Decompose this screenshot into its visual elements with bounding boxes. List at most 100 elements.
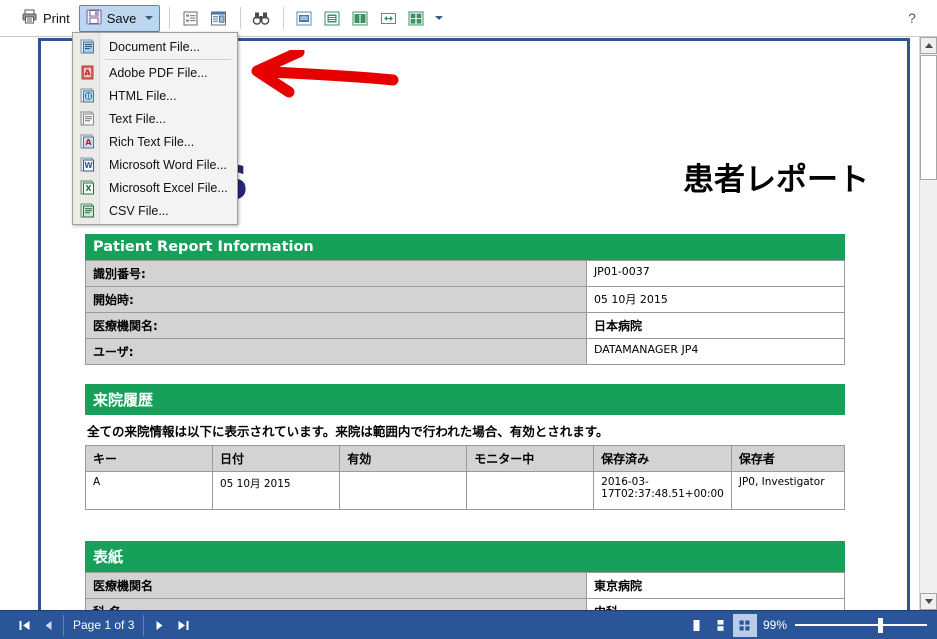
save-button[interactable]: Save xyxy=(78,4,161,32)
menu-item-label: CSV File... xyxy=(109,203,169,218)
report-viewer-window: Print Save ? 患者レポート Patient Report Infor… xyxy=(0,0,937,639)
grid-view-icon[interactable] xyxy=(403,6,429,31)
cell-valid xyxy=(339,471,468,510)
menu-item-label: HTML File... xyxy=(109,88,177,103)
visit-history-table: キー 日付 有効 モニター中 保存済み 保存者 A 05 10月 2015 20… xyxy=(85,445,846,510)
save-dropdown-menu[interactable]: Document File... A Adobe PDF File... HTM… xyxy=(72,32,238,225)
menu-item-microsoft-word-file[interactable]: W Microsoft Word File... xyxy=(73,153,237,176)
vertical-scrollbar[interactable] xyxy=(919,37,937,610)
row-value: 内科 xyxy=(585,598,846,610)
chevron-down-icon-2 xyxy=(435,16,444,20)
excel-file-icon: X xyxy=(79,179,100,197)
zoom-slider-thumb[interactable] xyxy=(878,618,883,633)
row-value: DATAMANAGER JP4 xyxy=(585,338,846,365)
cell-monitoring xyxy=(466,471,595,510)
column-header: 保存者 xyxy=(730,445,846,472)
menu-item-microsoft-excel-file[interactable]: X Microsoft Excel File... xyxy=(73,176,237,199)
cell-date: 05 10月 2015 xyxy=(211,471,341,510)
menu-item-document-file[interactable]: Document File... xyxy=(73,35,237,58)
table-row: 医療機関名 東京病院 xyxy=(85,572,846,599)
row-value: JP01-0037 xyxy=(585,260,846,287)
printer-icon xyxy=(21,8,38,28)
chevron-down-icon[interactable] xyxy=(145,16,154,20)
help-button[interactable]: ? xyxy=(901,6,923,30)
text-file-icon xyxy=(79,110,100,128)
menu-separator xyxy=(105,59,231,60)
section-note: 全ての来院情報は以下に表示されています。来院は範囲内で行われた場合、有効とされま… xyxy=(87,424,609,439)
rtf-file-icon: A xyxy=(79,133,100,151)
cover-table: 医療機関名 東京病院 科 名 内科 xyxy=(85,572,846,610)
scrollbar-thumb[interactable] xyxy=(920,55,937,180)
cell-saved-by: JP0, Investigator xyxy=(730,471,846,510)
table-row: 識別番号: JP01-0037 xyxy=(85,260,846,287)
section-visit-history: 来院履歴 全ての来院情報は以下に表示されています。来院は範囲内で行われた場合、有… xyxy=(85,384,846,510)
fit-page-icon[interactable] xyxy=(291,6,317,31)
document-file-icon xyxy=(79,38,100,56)
menu-item-label: Microsoft Excel File... xyxy=(109,180,228,195)
scroll-up-button[interactable] xyxy=(920,37,937,54)
row-value: 05 10月 2015 xyxy=(585,286,846,313)
two-page-icon[interactable] xyxy=(347,6,373,31)
toolbar-separator-2 xyxy=(240,7,242,29)
single-page-icon[interactable] xyxy=(319,6,345,31)
cell-saved: 2016-03-17T02:37:48.51+00:00 xyxy=(593,471,732,510)
previous-page-button[interactable] xyxy=(36,614,60,637)
csv-file-icon xyxy=(79,202,100,220)
column-header: 有効 xyxy=(339,445,468,472)
outline-panel-icon[interactable] xyxy=(177,6,203,31)
view-controls: 99% xyxy=(685,613,937,637)
section-heading: 表紙 xyxy=(85,541,845,572)
row-key: 医療機関名: xyxy=(85,312,587,339)
page-indicator[interactable]: Page 1 of 3 xyxy=(63,614,145,636)
row-value: 東京病院 xyxy=(585,572,846,599)
toolbar-separator-3 xyxy=(283,7,285,29)
fit-width-icon[interactable] xyxy=(375,6,401,31)
status-bar: Page 1 of 3 99% xyxy=(0,610,937,639)
menu-item-csv-file[interactable]: CSV File... xyxy=(73,199,237,222)
page-title: 患者レポート xyxy=(683,162,869,198)
word-file-icon: W xyxy=(79,156,100,174)
continuous-view-button[interactable] xyxy=(709,614,733,637)
save-disk-icon xyxy=(86,9,102,28)
grid-view-dropdown[interactable] xyxy=(431,16,444,20)
scroll-down-button[interactable] xyxy=(920,593,937,610)
thumbnail-panel-icon[interactable] xyxy=(205,6,231,31)
menu-item-text-file[interactable]: Text File... xyxy=(73,107,237,130)
menu-item-label: Text File... xyxy=(109,111,166,126)
table-row: 開始時: 05 10月 2015 xyxy=(85,286,846,313)
chevron-up-icon xyxy=(924,43,933,48)
print-label: Print xyxy=(43,10,70,26)
section-heading: 来院履歴 xyxy=(85,384,845,415)
column-header: モニター中 xyxy=(466,445,595,472)
menu-item-label: Rich Text File... xyxy=(109,134,195,149)
first-page-button[interactable] xyxy=(12,614,36,637)
binoculars-search-icon[interactable] xyxy=(248,6,274,31)
chevron-down-icon-3 xyxy=(924,599,933,604)
table-header-row: キー 日付 有効 モニター中 保存済み 保存者 xyxy=(85,445,846,472)
page-label: Page 1 of 3 xyxy=(73,618,135,632)
zoom-slider[interactable] xyxy=(795,615,927,635)
menu-item-label: Microsoft Word File... xyxy=(109,157,227,172)
menu-item-label: Adobe PDF File... xyxy=(109,65,208,80)
cell-key: A xyxy=(85,471,213,510)
row-key: ユーザ: xyxy=(85,338,587,365)
svg-text:A: A xyxy=(85,138,92,147)
menu-item-rich-text-file[interactable]: A Rich Text File... xyxy=(73,130,237,153)
next-page-button[interactable] xyxy=(147,614,171,637)
menu-item-html-file[interactable]: HTML File... xyxy=(73,84,237,107)
single-page-view-button[interactable] xyxy=(685,614,709,637)
menu-item-adobe-pdf-file[interactable]: A Adobe PDF File... xyxy=(73,61,237,84)
zoom-level-label: 99% xyxy=(762,618,787,632)
svg-text:A: A xyxy=(84,68,91,77)
print-button[interactable]: Print xyxy=(14,5,77,32)
section-heading: Patient Report Information xyxy=(85,234,845,260)
multi-page-view-button[interactable] xyxy=(732,613,757,637)
column-header: キー xyxy=(85,445,213,472)
row-value: 日本病院 xyxy=(585,312,846,339)
table-row: A 05 10月 2015 2016-03-17T02:37:48.51+00:… xyxy=(85,471,846,510)
section-patient-report-information: Patient Report Information 識別番号: JP01-00… xyxy=(85,234,846,365)
help-label: ? xyxy=(908,10,916,26)
last-page-button[interactable] xyxy=(171,614,195,637)
zoom-slider-track xyxy=(795,624,927,626)
column-header: 保存済み xyxy=(593,445,732,472)
